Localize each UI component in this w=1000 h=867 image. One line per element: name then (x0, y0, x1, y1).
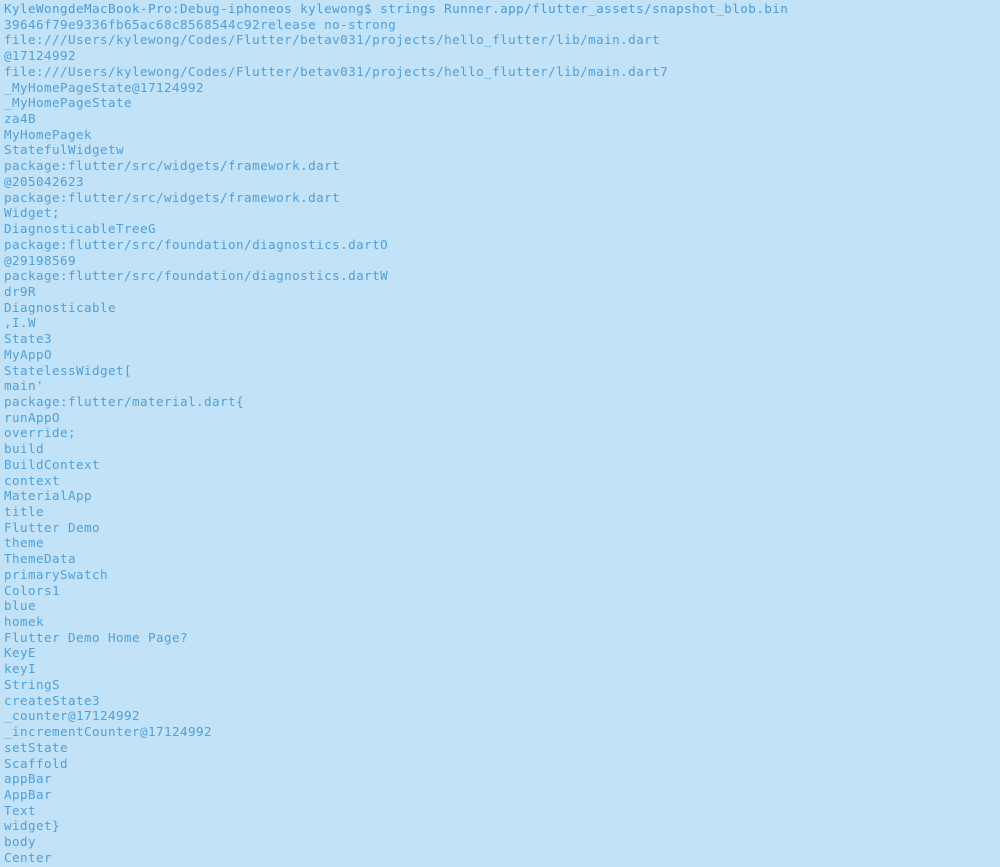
terminal-line: package:flutter/src/widgets/framework.da… (4, 158, 341, 174)
terminal-line: widget} (4, 818, 61, 834)
terminal-line: DiagnosticableTreeG (4, 221, 157, 237)
terminal-line: MyHomePagek (4, 126, 93, 142)
terminal-line: MyAppO (4, 346, 53, 362)
terminal-line: 39646f79e9336fb65ac68c8568544c92release … (4, 16, 397, 32)
terminal-line: _MyHomePageState (4, 95, 133, 111)
terminal-line: _MyHomePageState@17124992 (4, 79, 205, 95)
terminal-line: package:flutter/src/foundation/diagnosti… (4, 236, 389, 252)
terminal-window[interactable]: KyleWongdeMacBook-Pro:Debug-iphoneos kyl… (0, 0, 1000, 867)
terminal-line: context (4, 472, 61, 488)
terminal-line: theme (4, 535, 45, 551)
terminal-line: dr9R (4, 283, 37, 299)
terminal-line: package:flutter/src/widgets/framework.da… (4, 189, 341, 205)
terminal-line: package:flutter/src/foundation/diagnosti… (4, 268, 389, 284)
terminal-line: Text (4, 802, 37, 818)
terminal-line: title (4, 504, 45, 519)
terminal-line: ThemeData (4, 551, 77, 567)
terminal-prompt-line: KyleWongdeMacBook-Pro:Debug-iphoneos kyl… (4, 1, 789, 16)
terminal-line: AppBar (4, 786, 53, 802)
terminal-line: _counter@17124992 (4, 708, 141, 724)
terminal-line: keyI (4, 661, 37, 677)
terminal-line: @29198569 (4, 252, 77, 268)
terminal-line: file:///Users/kylewong/Codes/Flutter/bet… (4, 63, 669, 79)
terminal-line: StatefulWidgetw (4, 142, 125, 158)
terminal-line: Flutter Demo (4, 519, 101, 535)
terminal-line: runAppO (4, 409, 61, 425)
terminal-line: setState (4, 739, 69, 755)
terminal-line: _incrementCounter@17124992 (4, 724, 213, 740)
terminal-line: StringS (4, 676, 61, 692)
terminal-line: package:flutter/material.dart{ (4, 393, 245, 409)
terminal-line: Center (4, 849, 53, 865)
terminal-output: KyleWongdeMacBook-Pro:Debug-iphoneos kyl… (0, 0, 1000, 866)
terminal-line: @17124992 (4, 48, 77, 64)
terminal-line: main' (4, 378, 45, 394)
terminal-line: appBar (4, 771, 53, 787)
terminal-line: za4B (4, 111, 37, 127)
terminal-line: build (4, 441, 45, 457)
terminal-line: Widget; (4, 205, 61, 221)
terminal-line: override; (4, 425, 77, 441)
terminal-line: BuildContext (4, 456, 101, 472)
terminal-line: Scaffold (4, 755, 69, 771)
terminal-line: homek (4, 614, 45, 630)
terminal-line: @205042623 (4, 173, 85, 189)
terminal-line: blue (4, 598, 37, 614)
terminal-line: State3 (4, 331, 53, 347)
terminal-line: KeyE (4, 645, 37, 661)
terminal-line: Colors1 (4, 582, 61, 598)
terminal-line: body (4, 834, 37, 850)
terminal-line: ,I.W (4, 315, 37, 331)
terminal-line: primarySwatch (4, 566, 109, 582)
terminal-line: MaterialApp (4, 488, 93, 504)
terminal-line: Flutter Demo Home Page? (4, 629, 189, 645)
terminal-line: createState3 (4, 692, 101, 708)
terminal-line: StatelessWidget[ (4, 362, 133, 378)
terminal-line: Diagnosticable (4, 299, 117, 315)
terminal-line: file:///Users/kylewong/Codes/Flutter/bet… (4, 32, 661, 48)
